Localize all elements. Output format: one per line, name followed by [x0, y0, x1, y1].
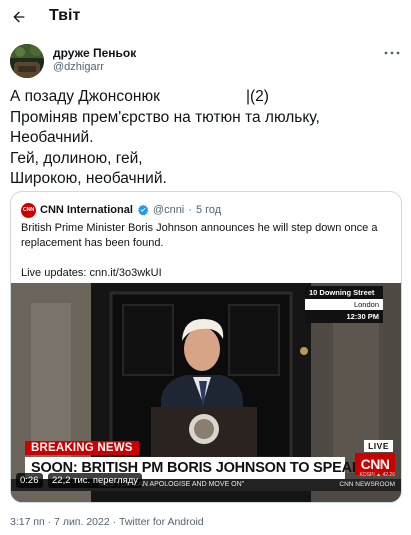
market-ticker: KOSPI ▲ 42.26: [359, 472, 395, 478]
quoted-tweet[interactable]: CNN CNN International @cnni · 5 год Brit…: [10, 191, 402, 503]
more-horizontal-icon: [384, 51, 400, 55]
top-bar: Твіт: [0, 0, 411, 36]
cnn-avatar[interactable]: CNN: [21, 202, 36, 218]
quoted-tweet-time[interactable]: 5 год: [196, 204, 221, 216]
tweet-text: А позаду Джонсонюк |(2) Проміняв прем'єр…: [10, 88, 320, 187]
author-name[interactable]: друже Пеньок: [53, 46, 136, 60]
live-badge: LIVE: [364, 440, 393, 452]
back-button[interactable]: [6, 4, 32, 30]
location-overlay: 10 Downing Street London 12:30 PM: [305, 286, 383, 323]
location-time: 12:30 PM: [305, 310, 383, 323]
author-handle[interactable]: @dzhigarr: [53, 61, 104, 73]
location-street: 10 Downing Street: [305, 286, 383, 299]
video-player[interactable]: 10 Downing Street London 12:30 PM BREAKI…: [11, 283, 401, 502]
tweet-author: друже Пеньок @dzhigarr: [10, 44, 402, 78]
location-city: London: [305, 299, 383, 310]
quoted-tweet-text: British Prime Minister Boris Johnson ann…: [21, 222, 378, 249]
page-title: Твіт: [49, 7, 81, 24]
more-button[interactable]: [382, 44, 402, 62]
quoted-author-handle[interactable]: @cnni: [153, 204, 184, 216]
program-name: CNN NEWSROOM: [339, 481, 395, 488]
avatar[interactable]: [10, 44, 44, 78]
separator-dot: ·: [188, 204, 192, 216]
quoted-tweet-link-line[interactable]: Live updates: cnn.it/3o3wkUI: [21, 266, 393, 281]
quoted-tweet-header: CNN CNN International @cnni · 5 год: [21, 202, 221, 218]
verified-badge-icon: [138, 204, 149, 216]
video-views: 22,2 тис. перегляду: [48, 473, 143, 488]
breaking-news-label: BREAKING NEWS: [25, 441, 139, 455]
arrow-left-icon: [13, 11, 25, 23]
tweet-timestamp[interactable]: 3:17 пп · 7 лип. 2022 · Twitter for Andr…: [10, 516, 204, 528]
quoted-author-name[interactable]: CNN International: [40, 204, 133, 216]
video-duration: 0:26: [16, 473, 43, 488]
